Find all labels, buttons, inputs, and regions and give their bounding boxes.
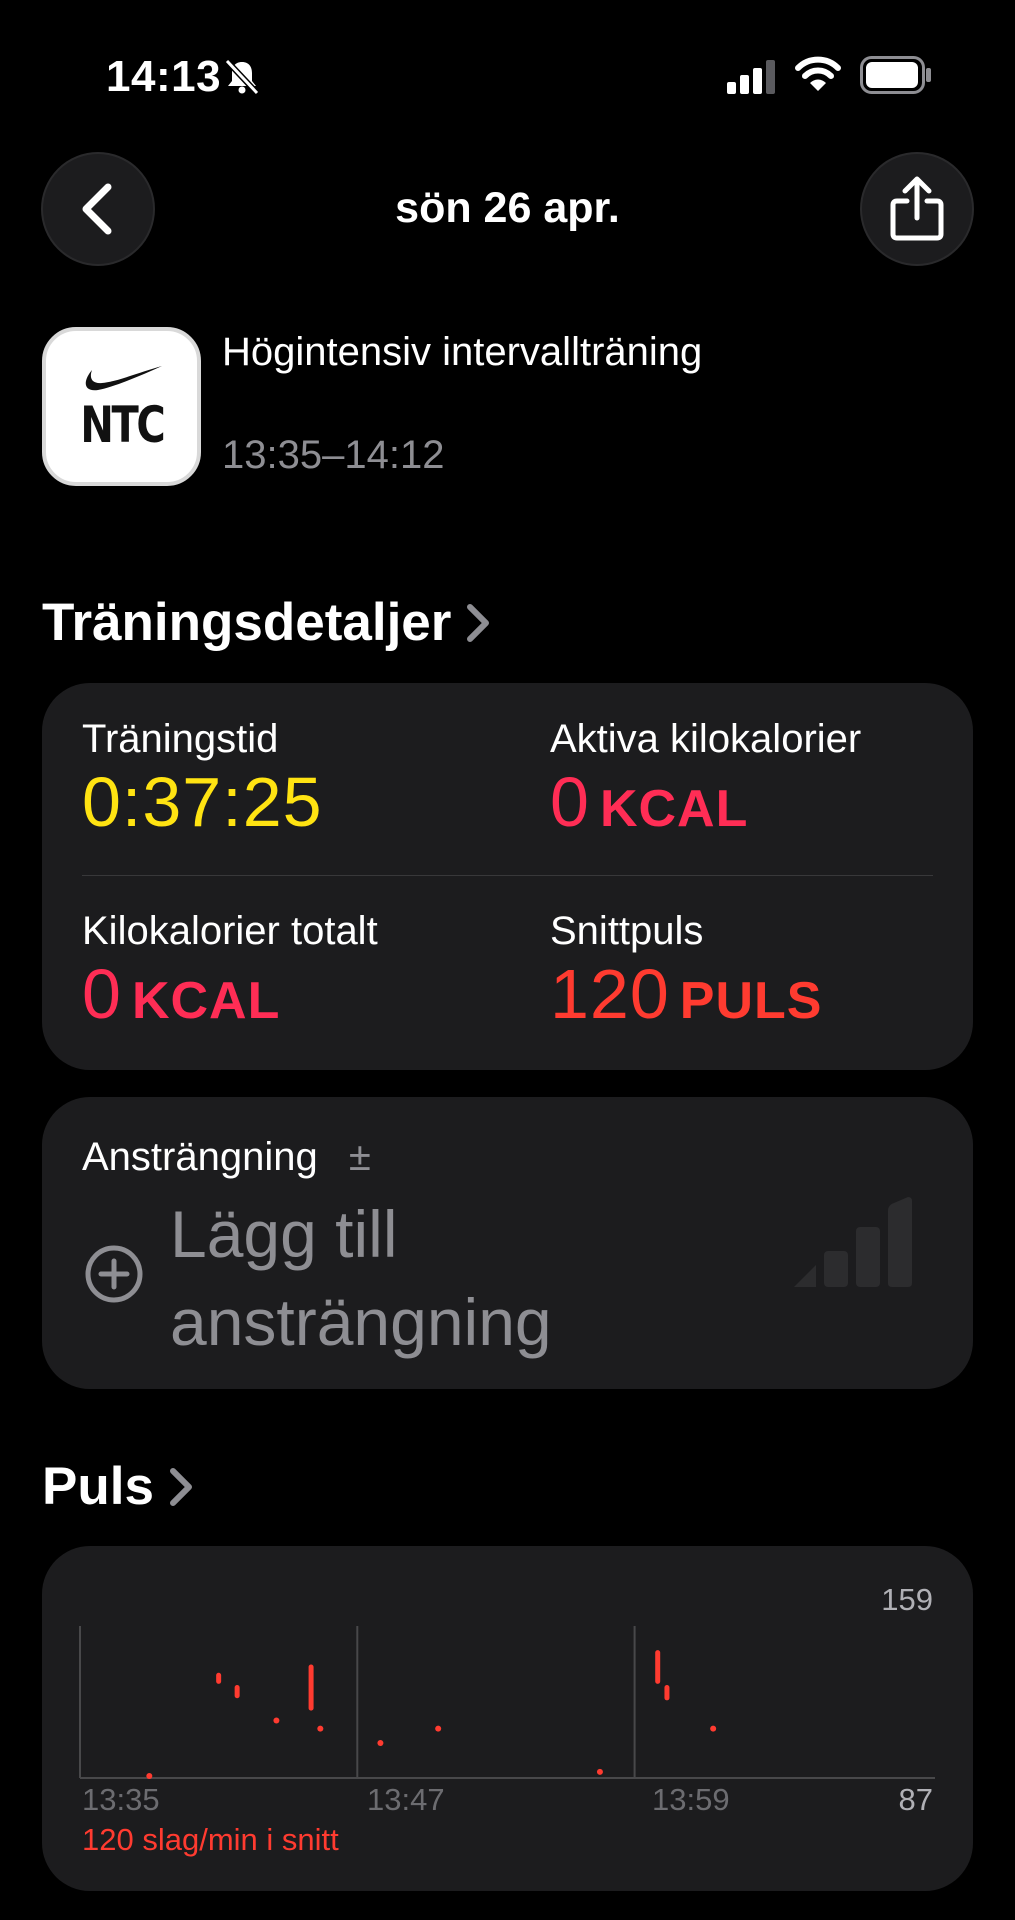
status-time: 14:13 [106,52,222,101]
metric-value: 0 [82,955,122,1033]
metric-label: Kilokalorier totalt [82,909,378,953]
effort-label: Ansträngning [82,1135,318,1179]
heart-rate-section-title: Puls [42,1457,154,1516]
workout-time-range: 13:35–14:12 [222,433,445,477]
metric-value: 0:37:25 [82,763,323,841]
share-button[interactable] [860,152,974,266]
wifi-icon [795,56,841,91]
metric-unit: KCAL [131,972,281,1030]
heart-rate-point [146,1772,153,1779]
details-card[interactable]: Träningstid 0:37:25 Aktiva kilokalorier … [42,683,973,1070]
add-effort-button[interactable]: Lägg till ansträngning [170,1190,552,1366]
metric-duration: Träningstid 0:37:25 [82,717,323,842]
app-icon-label: NTC [80,395,165,454]
share-icon [890,176,944,241]
plus-minus-icon: ± [348,1135,371,1179]
metric-label: Aktiva kilokalorier [550,717,862,761]
chevron-right-icon [169,1467,192,1506]
effort-bars-icon [794,1197,912,1287]
heart-rate-point [273,1717,280,1724]
metric-label: Träningstid [82,717,279,761]
details-section-header[interactable]: Träningsdetaljer [42,592,491,653]
metric-total-kcal: Kilokalorier totalt 0 KCAL [82,909,378,1034]
heart-rate-chart [79,1626,935,1779]
effort-label-row: Ansträngning ± [82,1135,371,1180]
divider [82,875,933,876]
metric-value: 120 [550,955,670,1033]
swoosh-icon [85,365,162,390]
cellular-signal-icon [727,60,775,94]
avg-heart-rate-text: 120 slag/min i snitt [82,1822,339,1857]
heart-rate-point [596,1768,603,1775]
heart-rate-point [435,1725,442,1732]
app-icon: NTC [42,327,201,486]
effort-card[interactable]: Ansträngning ± Lägg till ansträngning [42,1097,973,1389]
metric-unit: PULS [679,972,823,1030]
chart-min-label: 87 [898,1782,933,1817]
add-circle-icon[interactable] [84,1244,144,1304]
metric-unit: KCAL [599,780,749,838]
add-effort-line1: Lägg till [170,1197,398,1271]
heart-rate-section-header[interactable]: Puls [42,1456,194,1517]
add-effort-line2: ansträngning [170,1285,552,1359]
metric-active-kcal: Aktiva kilokalorier 0 KCAL [550,717,861,842]
battery-icon [860,56,931,94]
heart-rate-point [710,1725,717,1732]
x-tick-label: 13:47 [367,1782,445,1817]
heart-rate-point [317,1725,324,1732]
metric-avg-heart-rate: Snittpuls 120 PULS [550,909,822,1034]
heart-rate-card[interactable]: 159 13:35 13:47 13:59 87 120 slag/min i … [42,1546,973,1891]
metric-value: 0 [550,763,590,841]
workout-name: Högintensiv intervallträning [222,330,703,374]
details-section-title: Träningsdetaljer [42,593,452,652]
bell-slash-icon [224,58,260,96]
chevron-right-icon [467,603,490,642]
metric-label: Snittpuls [550,909,704,953]
x-tick-label: 13:35 [82,1782,160,1817]
heart-rate-point [377,1740,384,1747]
x-tick-label: 13:59 [652,1782,730,1817]
